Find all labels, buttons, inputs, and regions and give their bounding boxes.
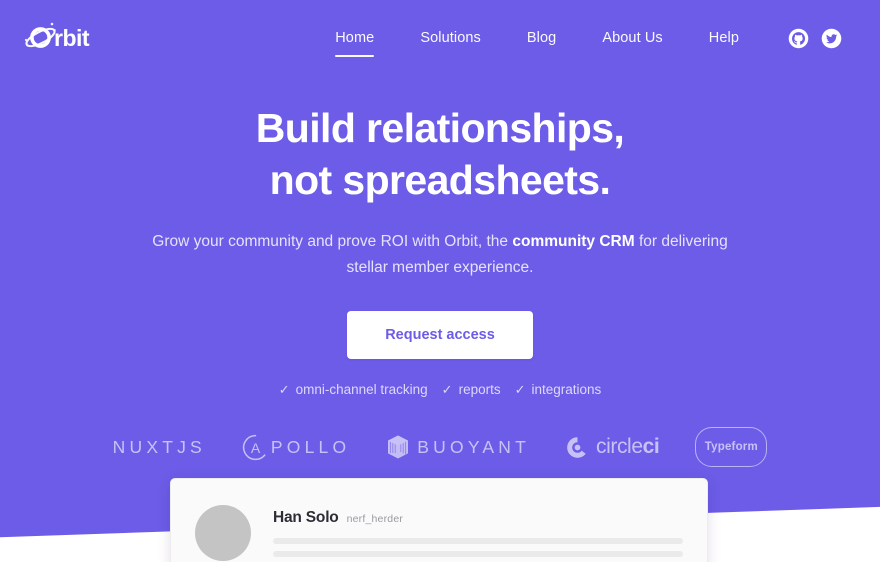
content-placeholder-lines xyxy=(273,538,683,562)
check-icon: ✓ xyxy=(514,382,526,398)
nav-link-home[interactable]: Home xyxy=(312,26,397,57)
orbit-planet-icon: rbit xyxy=(24,22,90,51)
member-card[interactable]: Han Solo nerf_herder xyxy=(170,478,708,562)
skeleton-line xyxy=(273,538,683,544)
page-title: Build relationships, not spreadsheets. xyxy=(255,103,625,206)
circleci-logo-label: circleci xyxy=(596,435,660,459)
twitter-icon[interactable] xyxy=(821,28,842,49)
nav-link-help[interactable]: Help xyxy=(686,26,762,50)
hero-subheading: Grow your community and prove ROI with O… xyxy=(150,229,730,281)
typeform-logo-label: Typeform xyxy=(704,441,758,454)
member-handle: nerf_herder xyxy=(346,513,404,525)
svg-text:rbit: rbit xyxy=(54,25,90,51)
feature-item-integrations: ✓ integrations xyxy=(515,382,602,397)
feature-checklist: ✓ omni-channel tracking ✓ reports ✓ inte… xyxy=(279,382,602,397)
nav-link-solutions[interactable]: Solutions xyxy=(397,26,504,50)
skeleton-line xyxy=(273,551,683,557)
member-identity: Han Solo nerf_herder xyxy=(273,509,683,527)
customer-logo-strip: NUXTJS A POLLO BUOYANT circleci Typeform xyxy=(113,427,768,468)
orbit-logo[interactable]: rbit xyxy=(22,18,104,58)
nav-link-blog[interactable]: Blog xyxy=(504,26,579,50)
member-name: Han Solo xyxy=(273,509,339,526)
buoyant-logo-label: BUOYANT xyxy=(417,436,530,457)
github-icon[interactable] xyxy=(788,28,809,49)
buoyant-logo: BUOYANT xyxy=(386,427,530,467)
landing-page: rbit Home Solutions Blog About Us Help B… xyxy=(0,0,880,562)
buoyant-cube-icon xyxy=(388,435,409,459)
subhead-emphasis: community CRM xyxy=(512,233,635,251)
feature-item-omni-channel-tracking: ✓ omni-channel tracking xyxy=(279,382,428,397)
typeform-logo: Typeform xyxy=(695,427,768,468)
nuxtjs-logo: NUXTJS xyxy=(113,427,206,467)
headline-line-1: Build relationships, xyxy=(255,105,625,151)
nav-links: Home Solutions Blog About Us Help xyxy=(312,26,762,57)
apollo-ring-icon: A xyxy=(242,434,269,461)
feature-label: reports xyxy=(458,382,501,398)
avatar xyxy=(195,505,251,561)
request-access-button[interactable]: Request access xyxy=(347,311,533,360)
svg-text:A: A xyxy=(251,440,261,456)
check-icon: ✓ xyxy=(278,382,290,398)
circleci-label-bold: ci xyxy=(642,435,660,459)
top-navigation-bar: rbit Home Solutions Blog About Us Help xyxy=(0,0,880,76)
circleci-mark-icon xyxy=(567,437,586,458)
nav-link-about-us[interactable]: About Us xyxy=(579,26,685,50)
circleci-logo: circleci xyxy=(566,427,660,467)
nuxtjs-logo-label: NUXTJS xyxy=(112,436,206,457)
subhead-part-1: Grow your community and prove ROI with O… xyxy=(152,233,513,251)
circleci-label-light: circle xyxy=(596,435,643,459)
headline-line-2: not spreadsheets. xyxy=(269,156,611,203)
apollo-logo-label: POLLO xyxy=(270,436,351,457)
social-links xyxy=(788,28,842,49)
feature-label: integrations xyxy=(531,382,602,398)
feature-label: omni-channel tracking xyxy=(295,382,428,398)
feature-item-reports: ✓ reports xyxy=(442,382,501,397)
apollo-logo: A POLLO xyxy=(242,427,350,467)
member-card-body: Han Solo nerf_herder xyxy=(273,505,683,562)
check-icon: ✓ xyxy=(441,382,453,398)
